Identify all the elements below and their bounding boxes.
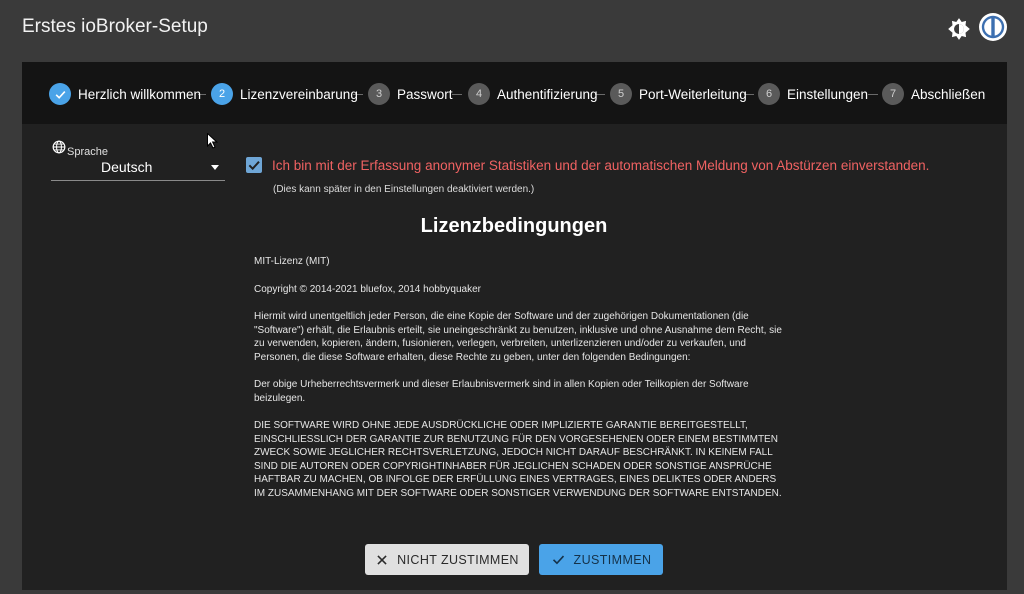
language-value: Deutsch	[101, 159, 153, 175]
step-number: 7	[882, 83, 904, 105]
stepper: Herzlich willkommen 2 Lizenzvereinbarung…	[22, 62, 1007, 124]
check-icon	[552, 555, 564, 565]
check-circle-icon	[49, 83, 71, 105]
consent-checkbox[interactable]	[246, 157, 262, 173]
license-paragraph: Hiermit wird unentgeltlich jeder Person,…	[254, 311, 782, 363]
step-label: Einstellungen	[787, 86, 869, 102]
step-label: Passwort	[397, 86, 453, 102]
step-number: 5	[610, 83, 632, 105]
step-label: Port-Weiterleitung	[639, 86, 747, 102]
license-text: MIT-Lizenz (MIT) Copyright © 2014-2021 b…	[254, 255, 784, 514]
check-icon	[248, 160, 260, 171]
top-bar: Erstes ioBroker-Setup	[0, 0, 1024, 60]
step-number: 2	[211, 83, 233, 105]
step-welcome: Herzlich willkommen	[49, 82, 201, 106]
step-label: Abschließen	[911, 86, 986, 102]
license-paragraph: Copyright © 2014-2021 bluefox, 2014 hobb…	[254, 283, 481, 295]
step-number: 4	[468, 83, 490, 105]
accept-label: ZUSTIMMEN	[573, 552, 652, 567]
license-paragraph: DIE SOFTWARE WIRD OHNE JEDE AUSDRÜCKLICH…	[254, 420, 782, 499]
accept-button[interactable]: ZUSTIMMEN	[539, 544, 663, 575]
app-title: Erstes ioBroker-Setup	[22, 16, 208, 37]
step-label: Herzlich willkommen	[78, 86, 202, 102]
decline-label: NICHT ZUSTIMMEN	[397, 552, 519, 567]
iobroker-logo-icon	[979, 13, 1007, 41]
brightness-icon[interactable]	[946, 16, 972, 42]
setup-panel: Herzlich willkommen 2 Lizenzvereinbarung…	[22, 62, 1007, 590]
consent-hint: (Dies kann später in den Einstellungen d…	[273, 184, 535, 195]
step-label: Lizenzvereinbarung	[240, 86, 358, 102]
consent-text[interactable]: Ich bin mit der Erfassung anonymer Stati…	[272, 158, 929, 173]
step-settings: 6 Einstellungen	[758, 82, 868, 106]
caret-down-icon	[211, 165, 219, 170]
step-connector	[868, 94, 878, 95]
step-label: Authentifizierung	[497, 86, 598, 102]
license-paragraph: MIT-Lizenz (MIT)	[254, 256, 330, 267]
license-paragraph: Der obige Urheberrechtsvermerk und diese…	[254, 379, 749, 404]
step-port-forwarding: 5 Port-Weiterleitung	[610, 82, 747, 106]
license-title: Lizenzbedingungen	[420, 215, 608, 237]
step-authentication: 4 Authentifizierung	[468, 82, 598, 106]
close-icon	[377, 554, 387, 565]
globe-icon	[52, 140, 66, 154]
step-number: 6	[758, 83, 780, 105]
language-select[interactable]: Deutsch	[51, 156, 225, 181]
step-license: 2 Lizenzvereinbarung	[211, 82, 358, 106]
step-connector	[452, 94, 462, 95]
mouse-cursor-icon	[207, 133, 218, 149]
decline-button[interactable]: NICHT ZUSTIMMEN	[365, 544, 529, 575]
step-password: 3 Passwort	[368, 82, 453, 106]
step-finish: 7 Abschließen	[882, 82, 985, 106]
step-number: 3	[368, 83, 390, 105]
